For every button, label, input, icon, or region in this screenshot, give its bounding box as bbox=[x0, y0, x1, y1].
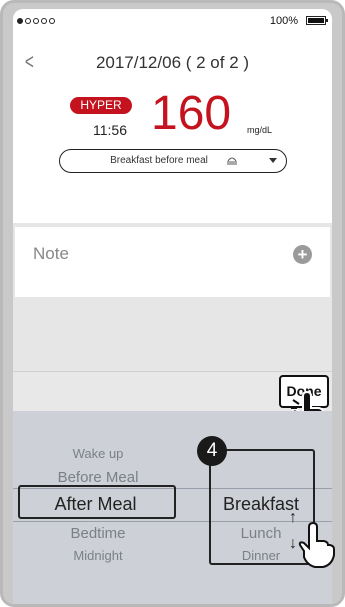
phone-frame: 100% < 2017/12/06 ( 2 of 2 ) HYPER 11:56… bbox=[0, 0, 345, 607]
swipe-hand-icon bbox=[298, 521, 335, 568]
picker-option-bedtime[interactable]: Bedtime bbox=[13, 525, 183, 542]
note-field[interactable]: Note + bbox=[15, 227, 330, 297]
after-meal-highlight bbox=[18, 485, 176, 519]
picker-option-midnight[interactable]: Midnight bbox=[13, 548, 183, 563]
battery-percentage: 100% bbox=[269, 15, 298, 27]
note-section: Note + bbox=[13, 223, 332, 371]
battery-icon bbox=[306, 16, 328, 25]
scroll-up-arrow-icon: ↑ bbox=[289, 509, 297, 526]
picker-option-wake-up[interactable]: Wake up bbox=[13, 446, 183, 461]
picker-option-before-meal[interactable]: Before Meal bbox=[13, 469, 183, 486]
signal-dots-icon bbox=[17, 18, 55, 24]
note-label: Note bbox=[33, 244, 69, 263]
record-date: 2017/12/06 ( 2 of 2 ) bbox=[95, 53, 250, 72]
meal-time-picker[interactable]: Wake up Before Meal After Meal Bedtime M… bbox=[13, 411, 335, 604]
picker-toolbar: Done bbox=[13, 371, 332, 435]
dropdown-arrow-icon bbox=[269, 158, 277, 163]
hyper-badge: HYPER bbox=[70, 97, 132, 114]
status-bar: 100% bbox=[13, 9, 332, 35]
step-badge: 4 bbox=[197, 436, 227, 466]
scroll-down-arrow-icon: ↓ bbox=[289, 535, 297, 552]
glucose-unit: mg/dL bbox=[247, 125, 273, 135]
glucose-value: 160 bbox=[151, 87, 232, 140]
breakfast-meal-icon bbox=[226, 155, 238, 168]
record-time: 11:56 bbox=[93, 122, 127, 138]
meal-dropdown[interactable]: Breakfast before meal bbox=[59, 149, 287, 173]
add-note-plus-icon[interactable]: + bbox=[293, 245, 312, 264]
header: < 2017/12/06 ( 2 of 2 ) HYPER 11:56 160 … bbox=[13, 35, 332, 223]
screen: < 2017/12/06 ( 2 of 2 ) HYPER 11:56 160 … bbox=[13, 35, 335, 604]
